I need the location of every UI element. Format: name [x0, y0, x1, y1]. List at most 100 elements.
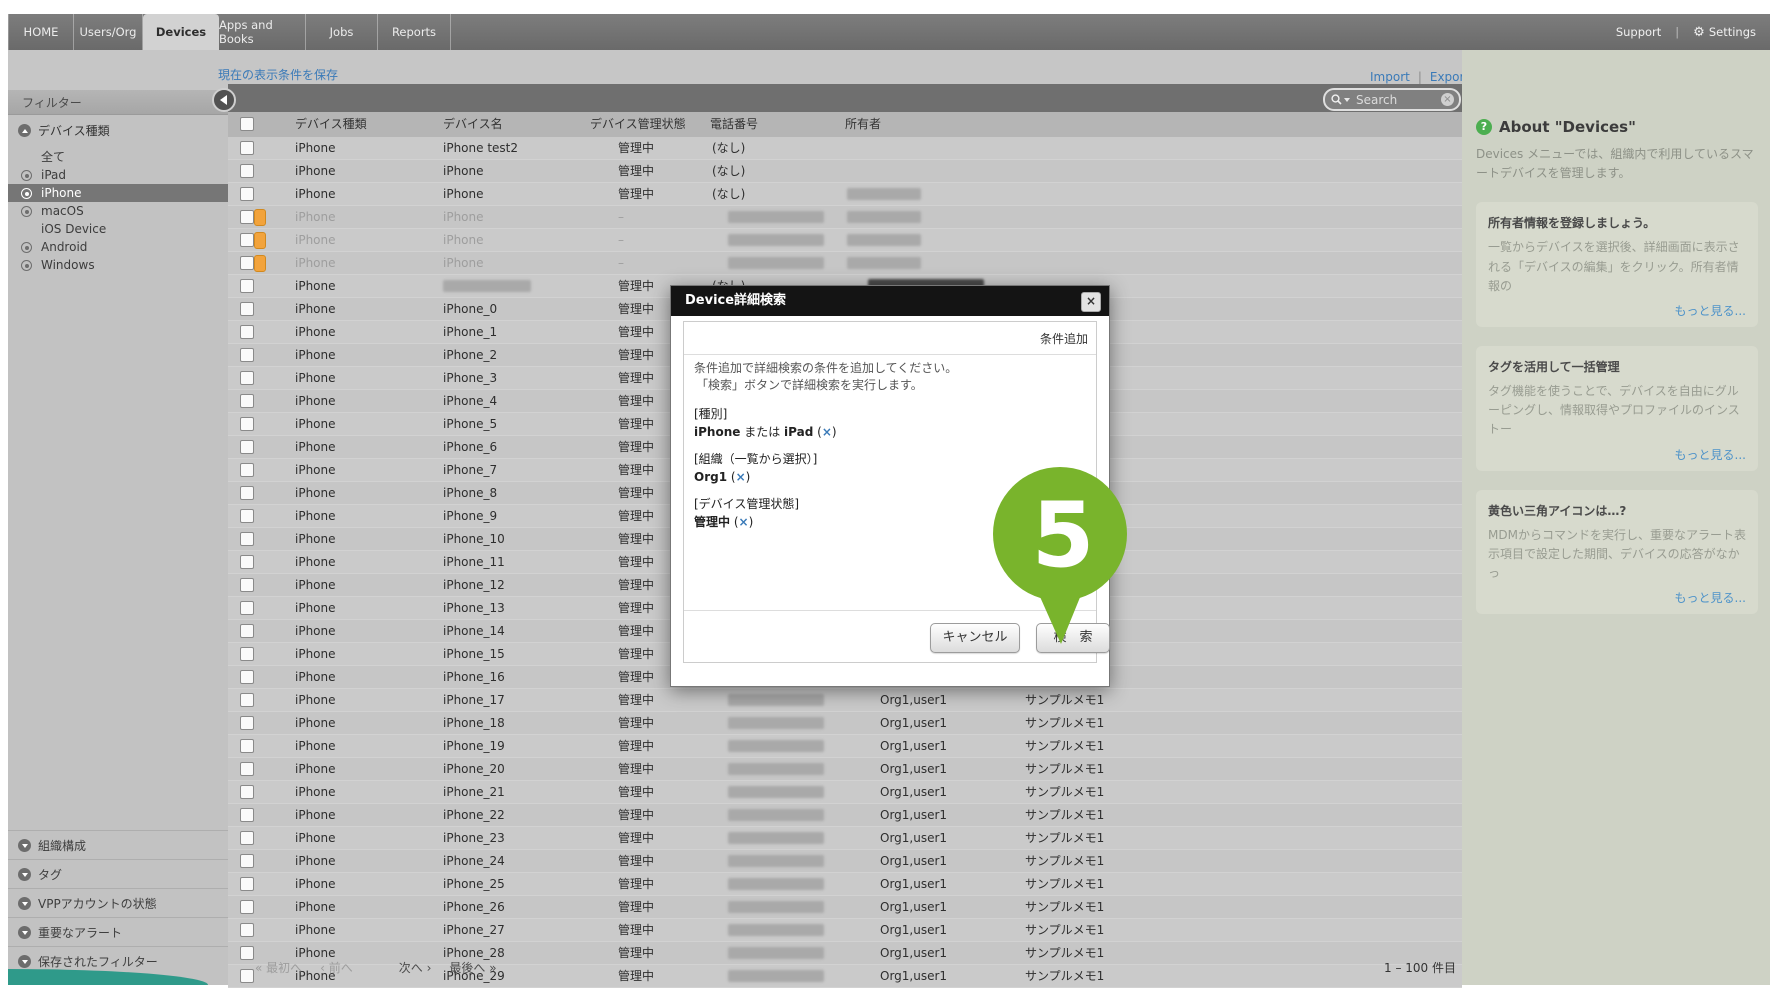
- row-checkbox[interactable]: [240, 164, 254, 178]
- row-checkbox[interactable]: [240, 486, 254, 500]
- column-header-item[interactable]: 所有者: [845, 112, 881, 137]
- row-checkbox[interactable]: [240, 440, 254, 454]
- row-checkbox[interactable]: [240, 302, 254, 316]
- sidebar-collapse-button[interactable]: [212, 88, 236, 112]
- remove-condition-button[interactable]: (×): [727, 470, 750, 484]
- row-checkbox[interactable]: [240, 325, 254, 339]
- row-checkbox[interactable]: [240, 210, 254, 224]
- column-header-item[interactable]: デバイス管理状態: [590, 112, 686, 137]
- column-header-item[interactable]: デバイス種類: [295, 112, 367, 137]
- settings-button[interactable]: ⚙Settings: [1693, 25, 1756, 40]
- row-checkbox[interactable]: [240, 739, 254, 753]
- row-checkbox[interactable]: [240, 716, 254, 730]
- row-checkbox[interactable]: [240, 854, 254, 868]
- row-checkbox[interactable]: [240, 693, 254, 707]
- more-link[interactable]: もっと見る...: [1488, 302, 1746, 319]
- row-checkbox[interactable]: [240, 233, 254, 247]
- row-checkbox[interactable]: [240, 808, 254, 822]
- search-field[interactable]: ×: [1323, 88, 1461, 111]
- tab-reports[interactable]: Reports: [378, 14, 451, 50]
- row-checkbox[interactable]: [240, 555, 254, 569]
- tab-home[interactable]: HOME: [8, 14, 74, 50]
- more-link[interactable]: もっと見る...: [1488, 446, 1746, 463]
- remove-condition-icon[interactable]: ×: [736, 470, 746, 484]
- page-next-link[interactable]: 次へ ›: [399, 959, 432, 976]
- search-scope-caret-icon[interactable]: [1344, 98, 1350, 102]
- row-checkbox[interactable]: [240, 532, 254, 546]
- row-checkbox[interactable]: [240, 509, 254, 523]
- row-checkbox[interactable]: [240, 831, 254, 845]
- sidebar-item-iphone[interactable]: iPhone: [8, 184, 228, 202]
- table-row: iPhoneiPhone_27管理中Org1,user1サンプルメモ1: [228, 919, 1462, 942]
- paren: ): [746, 470, 751, 484]
- page: HOMEUsers/OrgDevicesApps and BooksJobsRe…: [0, 0, 1778, 1000]
- sidebar-item-item[interactable]: 全て: [8, 148, 228, 166]
- search-input[interactable]: [1354, 92, 1441, 108]
- cell-device-name: iPhone_5: [443, 413, 497, 435]
- row-checkbox[interactable]: [240, 417, 254, 431]
- sidebar-section-item[interactable]: 重要なアラート: [8, 917, 228, 946]
- sidebar-section-item[interactable]: 組織構成: [8, 830, 228, 859]
- row-checkbox[interactable]: [240, 187, 254, 201]
- cell-owner: Org1,user1: [880, 758, 947, 780]
- row-checkbox[interactable]: [240, 601, 254, 615]
- close-icon[interactable]: ×: [1081, 292, 1101, 312]
- row-checkbox[interactable]: [240, 785, 254, 799]
- remove-condition-button[interactable]: (×): [813, 425, 836, 439]
- paren: (: [813, 425, 822, 439]
- column-header-item[interactable]: 電話番号: [710, 112, 758, 137]
- row-checkbox[interactable]: [240, 394, 254, 408]
- remove-condition-button[interactable]: (×): [730, 515, 753, 529]
- row-checkbox[interactable]: [240, 762, 254, 776]
- row-checkbox[interactable]: [240, 578, 254, 592]
- device-type-list: 全てiPad iPhone macOSiOS DeviceAndroidWindow…: [8, 148, 228, 274]
- cell-device-name: iPhone: [443, 183, 484, 205]
- yellow-device-icon: [254, 255, 266, 272]
- row-checkbox[interactable]: [240, 463, 254, 477]
- row-checkbox[interactable]: [240, 141, 254, 155]
- cell-device-name: iPhone_6: [443, 436, 497, 458]
- row-checkbox[interactable]: [240, 670, 254, 684]
- tab-apps-and-books[interactable]: Apps and Books: [219, 14, 306, 50]
- more-link[interactable]: もっと見る...: [1488, 589, 1746, 606]
- cell-management-status: 管理中: [618, 275, 654, 297]
- row-checkbox[interactable]: [240, 371, 254, 385]
- sidebar-item-windows[interactable]: Windows: [8, 256, 228, 274]
- column-header-item[interactable]: デバイス名: [443, 112, 503, 137]
- page-last-link[interactable]: 最後へ »: [449, 959, 496, 976]
- page-prev-link[interactable]: ‹ 前へ: [320, 959, 353, 976]
- import-link[interactable]: Import: [1370, 70, 1410, 84]
- cell-management-status: 管理中: [618, 344, 654, 366]
- add-condition-button[interactable]: 条件追加: [1040, 330, 1088, 347]
- tab-jobs[interactable]: Jobs: [306, 14, 378, 50]
- row-checkbox[interactable]: [240, 256, 254, 270]
- sidebar-item-label: iPhone: [41, 186, 82, 200]
- row-checkbox[interactable]: [240, 923, 254, 937]
- cell-device-type: iPhone: [295, 758, 336, 780]
- select-all-checkbox[interactable]: [240, 117, 254, 131]
- row-checkbox[interactable]: [240, 647, 254, 661]
- support-link[interactable]: Support: [1616, 25, 1661, 39]
- sidebar-section-item[interactable]: タグ: [8, 859, 228, 888]
- sidebar-section-device-type[interactable]: デバイス種類: [8, 118, 228, 142]
- table-row: iPhoneiPhone_26管理中Org1,user1サンプルメモ1: [228, 896, 1462, 919]
- row-checkbox[interactable]: [240, 279, 254, 293]
- cell-management-status: 管理中: [618, 367, 654, 389]
- remove-condition-icon[interactable]: ×: [739, 515, 749, 529]
- sidebar-item-macos[interactable]: macOS: [8, 202, 228, 220]
- search-clear-icon[interactable]: ×: [1441, 93, 1454, 106]
- row-checkbox[interactable]: [240, 877, 254, 891]
- sidebar-item-ios-device[interactable]: iOS Device: [8, 220, 228, 238]
- sidebar-section-vpp[interactable]: VPPアカウントの状態: [8, 888, 228, 917]
- cell-device-name: iPhone_20: [443, 758, 505, 780]
- save-current-view-link[interactable]: 現在の表示条件を保存: [218, 66, 338, 83]
- remove-condition-icon[interactable]: ×: [822, 425, 832, 439]
- tab-users-org[interactable]: Users/Org: [74, 14, 143, 50]
- tab-devices[interactable]: Devices: [143, 14, 219, 50]
- page-first-link[interactable]: « 最初へ: [255, 959, 302, 976]
- row-checkbox[interactable]: [240, 348, 254, 362]
- row-checkbox[interactable]: [240, 900, 254, 914]
- row-checkbox[interactable]: [240, 624, 254, 638]
- sidebar-item-ipad[interactable]: iPad: [8, 166, 228, 184]
- sidebar-item-android[interactable]: Android: [8, 238, 228, 256]
